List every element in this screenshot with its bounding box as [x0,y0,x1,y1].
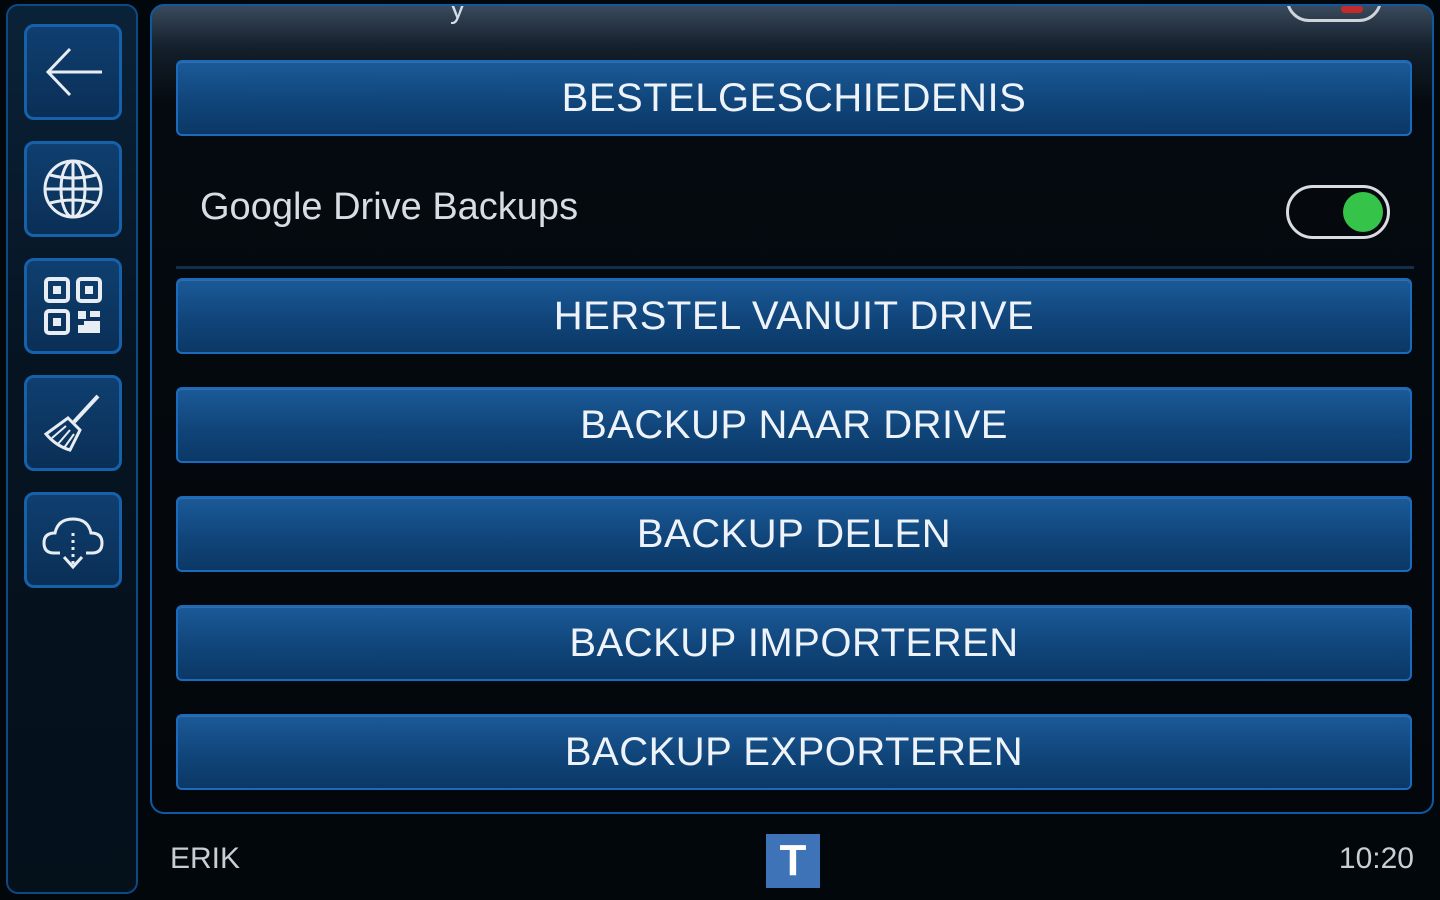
language-button[interactable] [24,141,122,237]
cloud-download-icon [42,517,104,570]
divider [176,266,1414,269]
app-logo: T [766,834,820,888]
restore-from-drive-button[interactable]: HERSTEL VANUIT DRIVE [176,278,1412,354]
share-backup-button[interactable]: BACKUP DELEN [176,496,1412,572]
app-screen: y BESTELGESCHIEDENIS Google Drive Backup… [0,0,1440,900]
clean-button[interactable] [24,375,122,471]
back-arrow-icon [45,47,102,97]
backup-to-drive-button[interactable]: BACKUP NAAR DRIVE [176,387,1412,463]
google-drive-backups-toggle[interactable] [1286,185,1390,239]
cloud-download-button[interactable] [24,492,122,588]
qr-code-button[interactable] [24,258,122,354]
import-backup-button[interactable]: BACKUP IMPORTEREN [176,605,1412,681]
globe-icon [43,159,103,219]
google-drive-backups-label: Google Drive Backups [200,186,579,228]
status-user-name: ERIK [170,842,241,875]
sidebar [6,4,138,894]
status-time: 10:20 [1338,842,1414,875]
order-history-button[interactable]: BESTELGESCHIEDENIS [176,60,1412,136]
partial-header-text: y [450,4,465,25]
broom-icon [43,394,100,452]
export-backup-button[interactable]: BACKUP EXPORTEREN [176,714,1412,790]
settings-panel: y BESTELGESCHIEDENIS Google Drive Backup… [150,4,1434,814]
back-button[interactable] [24,24,122,120]
toggle-knob [1343,192,1383,232]
qr-code-icon [44,277,102,335]
app-logo-letter: T [779,836,807,885]
partial-toggle[interactable] [1286,6,1382,22]
google-drive-backups-row: Google Drive Backups [176,156,1414,266]
